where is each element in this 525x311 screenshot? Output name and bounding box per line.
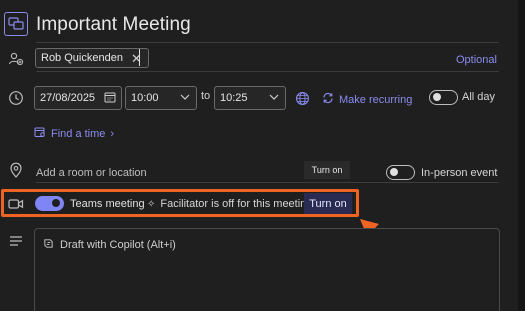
all-day-label: All day xyxy=(462,91,496,103)
find-a-time-link[interactable]: Find a time › xyxy=(34,125,114,143)
scrollbar[interactable] xyxy=(518,0,525,311)
attendees-underline xyxy=(36,71,499,72)
clock-icon xyxy=(6,88,26,108)
make-recurring-button[interactable]: Make recurring xyxy=(322,91,412,109)
chevron-right-icon: › xyxy=(110,128,115,140)
make-recurring-label: Make recurring xyxy=(339,94,413,106)
location-input[interactable]: Add a room or location xyxy=(36,167,147,179)
remove-attendee-icon[interactable]: ✕ xyxy=(131,52,142,65)
calendar-search-icon xyxy=(34,125,46,143)
copilot-placeholder: Draft with Copilot (Alt+i) xyxy=(60,239,176,251)
start-time-select[interactable]: 10:00 xyxy=(125,86,197,110)
highlight-box xyxy=(1,189,359,217)
turn-on-tooltip: Turn on xyxy=(304,161,350,179)
attendee-chip[interactable]: Rob Quickenden ✕ xyxy=(35,48,149,68)
find-a-time-label: Find a time xyxy=(51,128,106,140)
meeting-title[interactable]: Important Meeting xyxy=(36,14,191,36)
chevron-down-icon xyxy=(268,91,280,106)
chat-bubbles-icon[interactable] xyxy=(4,12,28,36)
all-day-toggle[interactable] xyxy=(429,90,458,105)
chevron-down-icon xyxy=(179,91,191,106)
left-strip xyxy=(0,0,28,311)
text-align-icon xyxy=(6,231,26,251)
end-time-value: 10:25 xyxy=(220,92,248,104)
start-date-value: 27/08/2025 xyxy=(40,92,96,104)
copilot-icon xyxy=(43,236,54,254)
in-person-label: In-person event xyxy=(421,167,498,179)
start-time-value: 10:00 xyxy=(131,92,159,104)
end-time-select[interactable]: 10:25 xyxy=(214,86,286,110)
attendee-name: Rob Quickenden xyxy=(41,52,123,64)
toggle-knob xyxy=(390,168,398,176)
copilot-draft-button[interactable]: Draft with Copilot (Alt+i) xyxy=(43,236,176,254)
globe-icon[interactable] xyxy=(292,88,312,108)
location-underline xyxy=(36,182,499,183)
title-underline xyxy=(36,42,499,43)
toggle-knob xyxy=(433,93,441,101)
location-pin-icon xyxy=(6,160,26,180)
recurring-icon xyxy=(322,91,334,109)
start-date-field[interactable]: 27/08/2025 xyxy=(34,86,122,110)
in-person-toggle[interactable] xyxy=(386,165,415,180)
calendar-icon[interactable] xyxy=(104,91,116,106)
to-label: to xyxy=(201,90,211,102)
optional-attendees-link[interactable]: Optional xyxy=(456,54,497,66)
people-add-icon xyxy=(6,49,26,69)
attendee-input-caret[interactable] xyxy=(139,49,140,66)
